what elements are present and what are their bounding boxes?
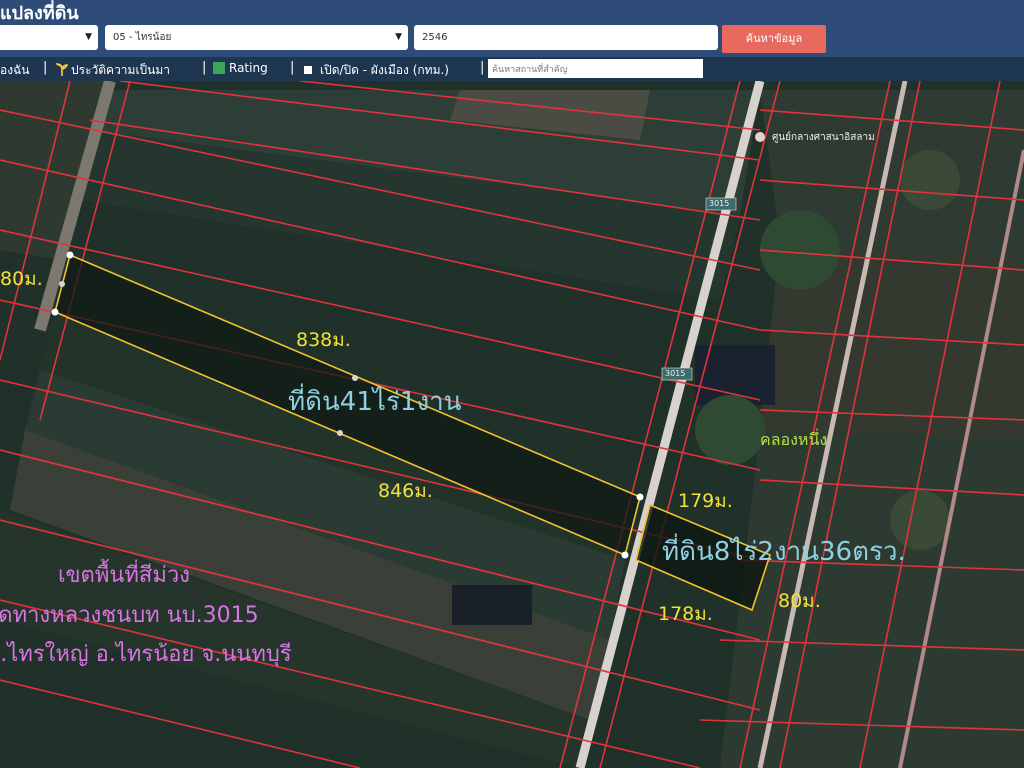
zone-label: เขตพื้นที่สีม่วง [58, 563, 190, 588]
district-select[interactable]: 05 - ไทรน้อย ▼ [105, 25, 408, 50]
temple-label: ศูนย์กลางศาสนาอิสลาม [772, 132, 875, 143]
province-select[interactable]: ▼ [0, 25, 98, 50]
measure-label: 179ม. [678, 490, 733, 512]
map-canvas[interactable]: ศูนย์กลางศาสนาอิสลาม 3015 3015 80ม. 838ม… [0, 81, 1024, 768]
toolbar-item-rating[interactable]: Rating [213, 61, 268, 75]
toolbar-divider: | [43, 60, 48, 75]
plot-label-large: ที่ดิน41ไร่1งาน [288, 387, 462, 417]
location-label: ต.ไทรใหญ่ อ.ไทรน้อย จ.นนทบุรี [0, 642, 292, 667]
toolbar-item-cityplan-label: เปิด/ปิด - ผังเมือง (กทม.) [320, 63, 449, 77]
measure-label: 178ม. [658, 603, 713, 625]
toolbar-divider: | [290, 60, 295, 75]
measure-label: 80ม. [778, 590, 821, 612]
year-input[interactable]: 2546 [414, 25, 718, 50]
toolbar-divider: | [202, 60, 207, 75]
toolbar-item-rating-label: Rating [229, 61, 268, 75]
road-tag: 3015 [665, 369, 686, 378]
cityplan-checkbox-icon [304, 66, 312, 74]
page-title: แปลงที่ดิน [0, 3, 79, 24]
toolbar-item-mine[interactable]: องฉัน [0, 61, 29, 80]
rating-checkbox-icon [213, 62, 225, 74]
header-bar: แปลงที่ดิน ▼ 05 - ไทรน้อย ▼ 2546 ค้นหาข้… [0, 0, 1024, 58]
measure-label: 846ม. [378, 480, 433, 502]
search-button[interactable]: ค้นหาข้อมูล [722, 25, 826, 53]
canal-label: คลองหนึ่ง [760, 430, 828, 449]
sprout-icon [55, 63, 69, 76]
toolbar-divider: | [480, 60, 485, 75]
year-input-value: 2546 [422, 32, 448, 43]
landmark-search-input[interactable] [488, 59, 703, 78]
plot-label-small: ที่ดิน8ไร่2งาน36ตรว. [662, 537, 906, 567]
highway-label: ติดทางหลวงชนบท นบ.3015 [0, 603, 259, 628]
toolbar-item-cityplan[interactable]: เปิด/ปิด - ผังเมือง (กทม.) [304, 61, 449, 80]
measure-label: 838ม. [296, 329, 351, 351]
toolbar-item-history[interactable]: ประวัติความเป็นมา [55, 61, 171, 80]
road-tag: 3015 [709, 199, 730, 208]
measure-label: 80ม. [0, 268, 43, 290]
toolbar-item-history-label: ประวัติความเป็นมา [71, 63, 171, 77]
chevron-down-icon: ▼ [395, 32, 402, 42]
chevron-down-icon: ▼ [85, 32, 92, 42]
district-select-value: 05 - ไทรน้อย [113, 32, 172, 43]
